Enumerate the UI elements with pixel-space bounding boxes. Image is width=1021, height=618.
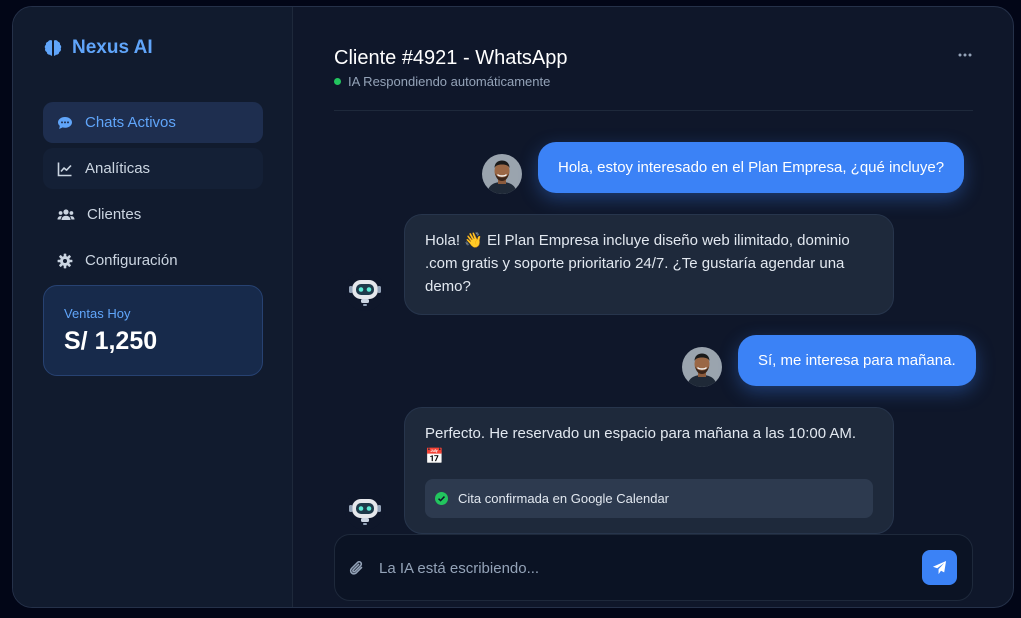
nav-item-chats-activos[interactable]: Chats Activos: [43, 102, 263, 143]
more-options-icon[interactable]: [957, 47, 973, 63]
nav-item-configuracion[interactable]: Configuración: [43, 240, 263, 281]
chat-title: Cliente #4921 - WhatsApp: [334, 47, 568, 69]
message-ai: Perfecto. He reservado un espacio para m…: [404, 407, 894, 534]
brand-logo[interactable]: Nexus AI: [43, 37, 153, 59]
nav-label: Analíticas: [85, 160, 151, 177]
check-circle-icon: [435, 492, 448, 505]
online-dot-icon: [334, 78, 341, 85]
message-ai: Hola! 👋 El Plan Empresa incluye diseño w…: [404, 214, 894, 315]
message-text: Sí, me interesa para mañana.: [758, 352, 956, 369]
brain-icon: [44, 40, 62, 56]
comment-icon: [58, 116, 72, 129]
sales-today-card: Ventas Hoy S/ 1,250: [43, 285, 263, 376]
paperclip-icon[interactable]: [348, 559, 366, 577]
message-user: Hola, estoy interesado en el Plan Empres…: [538, 142, 965, 193]
nav-item-clientes[interactable]: Clientes: [43, 194, 263, 235]
chat-status: IA Respondiendo automáticamente: [334, 74, 550, 89]
nav-item-analiticas[interactable]: Analíticas: [43, 148, 263, 189]
user-avatar: [682, 347, 722, 387]
sales-value: S/ 1,250: [64, 327, 158, 355]
app-window: Nexus AI Chats Activos Analíticas Client…: [12, 6, 1014, 608]
message-text: Perfecto. He reservado un espacio para m…: [425, 425, 857, 465]
chat-status-text: IA Respondiendo automáticamente: [348, 74, 551, 89]
calendar-confirmation: Cita confirmada en Google Calendar: [425, 479, 873, 518]
brand-name: Nexus AI: [72, 37, 153, 58]
sales-label: Ventas Hoy: [64, 306, 131, 321]
users-icon: [57, 208, 75, 220]
chart-line-icon: [57, 162, 72, 176]
user-avatar: [482, 154, 522, 194]
confirmation-text: Cita confirmada en Google Calendar: [458, 491, 670, 506]
gear-icon: [57, 253, 73, 268]
nav-label: Chats Activos: [85, 114, 176, 131]
header-divider: [334, 110, 973, 111]
message-text: Hola, estoy interesado en el Plan Empres…: [558, 159, 945, 176]
nav-label: Clientes: [87, 206, 142, 223]
message-text: Hola! 👋 El Plan Empresa incluye diseño w…: [425, 232, 850, 295]
paper-plane-icon: [932, 560, 947, 575]
chat-panel: Cliente #4921 - WhatsApp IA Respondiendo…: [294, 7, 1013, 607]
sidebar: Nexus AI Chats Activos Analíticas Client…: [13, 7, 293, 607]
ai-bot-avatar: [345, 490, 385, 530]
ai-bot-avatar: [345, 271, 385, 311]
nav-label: Configuración: [85, 252, 178, 269]
send-button[interactable]: [922, 550, 957, 585]
message-user: Sí, me interesa para mañana.: [738, 335, 976, 386]
message-composer: [334, 534, 973, 601]
message-input[interactable]: [379, 551, 899, 585]
